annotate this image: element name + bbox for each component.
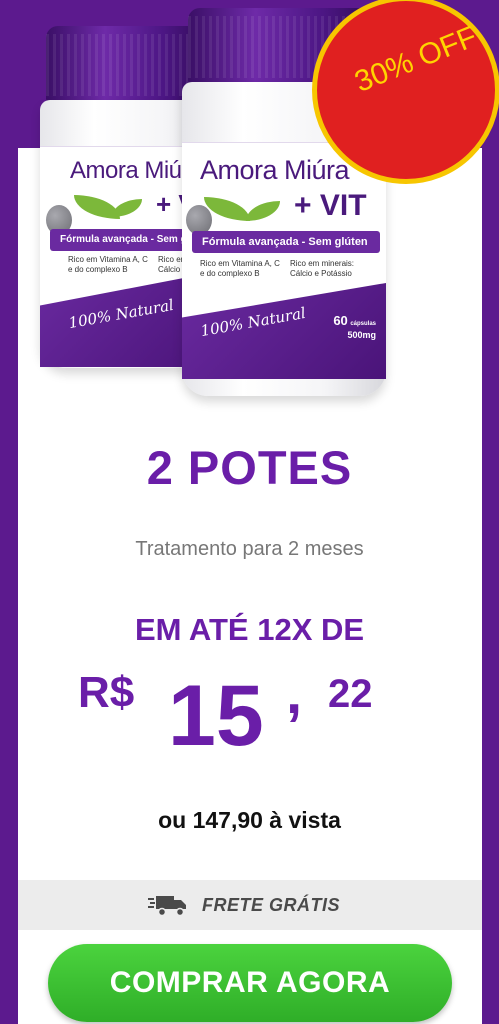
jar-variant: + VIT — [294, 189, 367, 222]
price-integer: 15 — [168, 668, 264, 764]
quantity-title: 2 POTES — [146, 441, 353, 494]
jar-formula: Fórmula avançada - Sem glúten — [192, 231, 380, 253]
installment-label: EM ATÉ 12X DE — [134, 612, 365, 647]
treatment-subtitle: Tratamento para 2 meses — [135, 538, 364, 560]
jar-count: 60 cápsulas 500mg — [333, 313, 376, 341]
jar-count-number: 60 — [333, 313, 348, 328]
jar-claim-minerals: Rico em minerais: Cálcio e Potássio — [290, 259, 355, 278]
leaf-icon — [112, 199, 142, 217]
jar-brand: Amora Miúra — [200, 155, 350, 185]
jar-claim-vitamins: Rico em Vitamina A, C e do complexo B — [200, 259, 280, 278]
price-separator: , — [286, 661, 303, 726]
discount-badge: 30% OFF — [312, 0, 499, 184]
free-shipping-label: FRETE GRÁTIS — [202, 895, 341, 915]
price-cents: 22 — [328, 672, 373, 716]
jar-dose: 500mg — [347, 330, 376, 340]
jar-label: Amora Miúra + VIT Fórmula avançada - Sem… — [182, 142, 386, 379]
price-currency: R$ — [78, 668, 135, 717]
buy-now-button[interactable]: COMPRAR AGORA — [48, 944, 452, 1022]
jar-claim-vitamins: Rico em Vitamina A, C e do complexo B — [68, 255, 148, 274]
truck-icon — [148, 896, 186, 917]
cash-price: ou 147,90 à vista — [158, 807, 341, 833]
free-shipping-strip: FRETE GRÁTIS — [18, 880, 482, 930]
discount-badge-text: 30% OFF — [350, 20, 482, 99]
leaf-icon — [246, 201, 280, 221]
jar-count-unit: cápsulas — [350, 321, 376, 327]
